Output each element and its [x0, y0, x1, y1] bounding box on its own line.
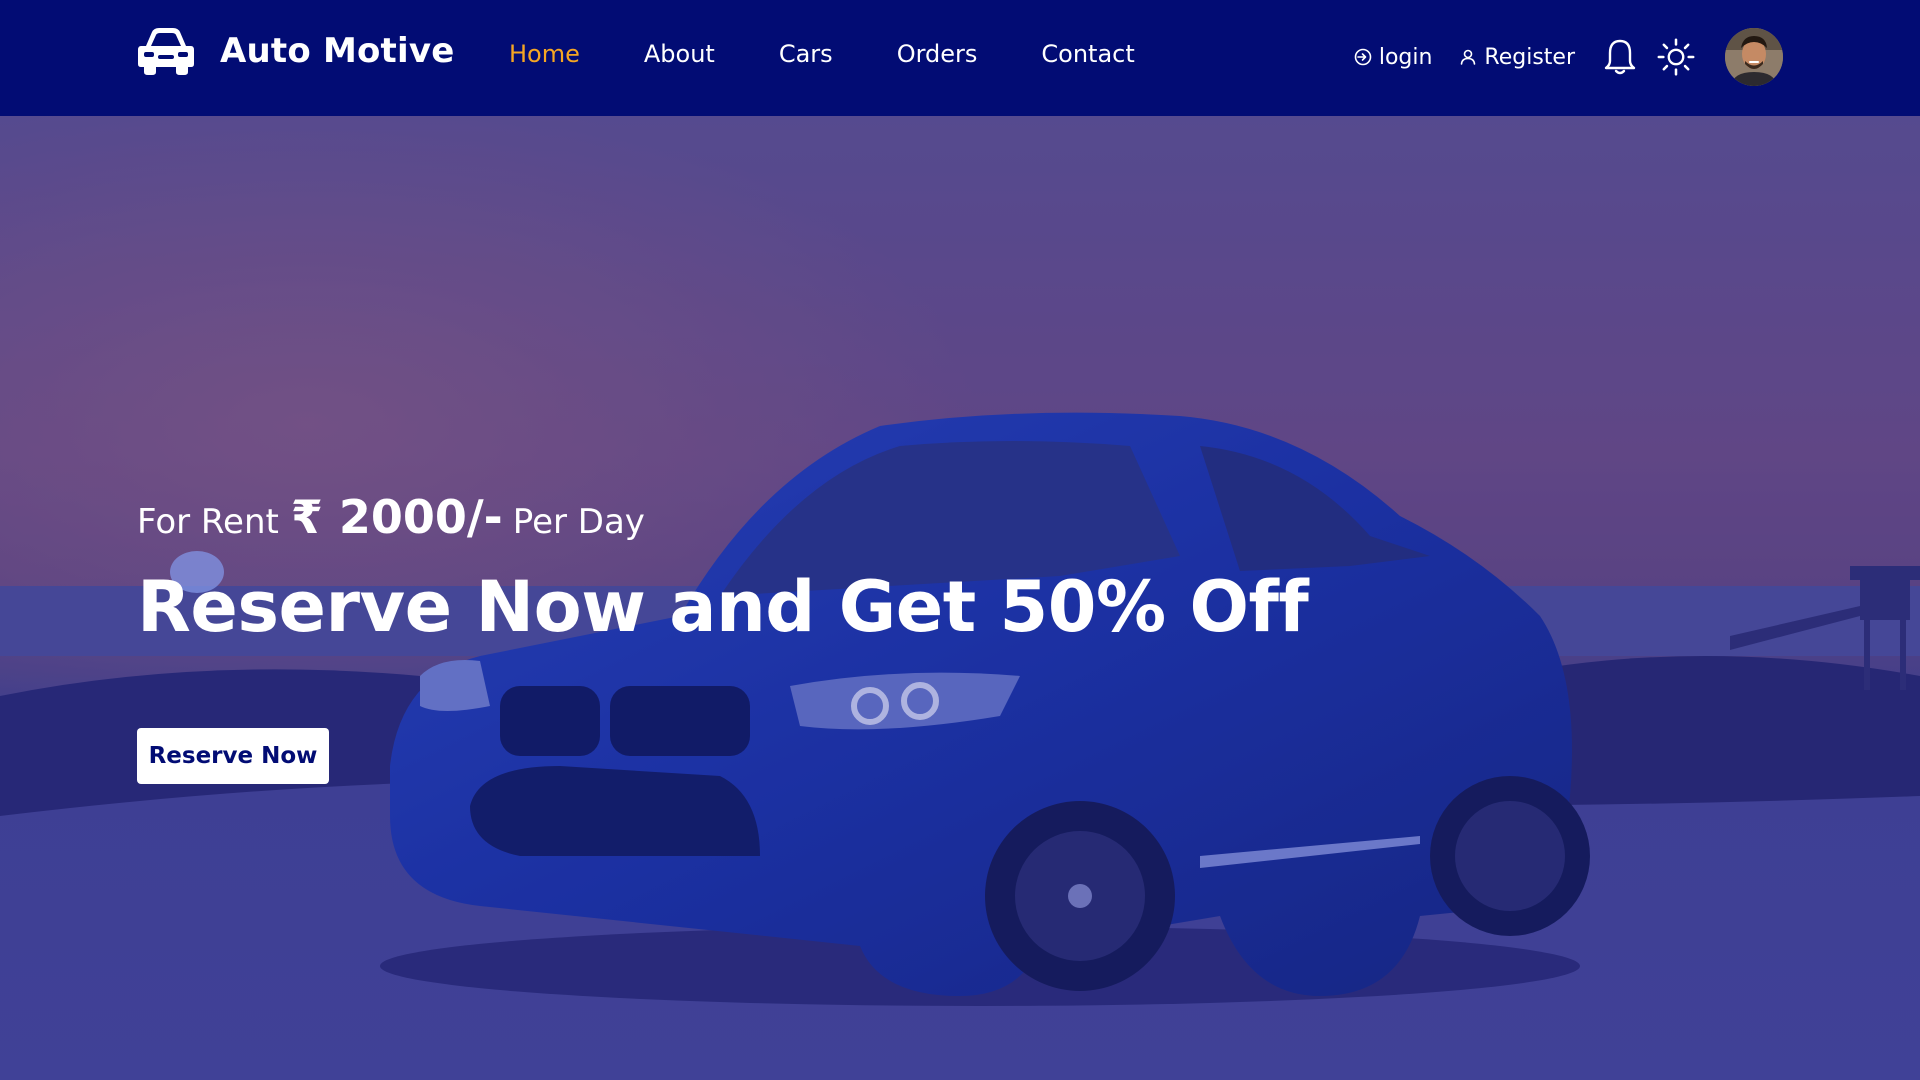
- notification-button[interactable]: [1601, 36, 1639, 78]
- navbar: Auto Motive Home About Cars Orders Conta…: [0, 0, 1920, 116]
- nav-actions: login Register: [1353, 26, 1783, 88]
- reserve-now-button[interactable]: Reserve Now: [137, 728, 329, 784]
- car-icon: [138, 28, 194, 75]
- hero-headline: Reserve Now and Get 50% Off: [137, 566, 1309, 648]
- login-label: login: [1378, 44, 1433, 70]
- nav-item-orders[interactable]: Orders: [897, 40, 978, 68]
- brand-name: Auto Motive: [220, 31, 455, 71]
- nav-item-cars[interactable]: Cars: [779, 40, 833, 68]
- avatar-image: [1725, 28, 1783, 86]
- login-link[interactable]: login: [1353, 44, 1433, 70]
- tagline-suffix: Per Day: [512, 502, 645, 542]
- main-nav: Home About Cars Orders Contact: [509, 36, 1199, 72]
- theme-toggle-button[interactable]: [1657, 36, 1695, 78]
- bell-icon: [1604, 39, 1636, 75]
- nav-item-home[interactable]: Home: [509, 40, 580, 68]
- hero-content: For Rent ₹ 2000/- Per Day Reserve Now an…: [137, 490, 1337, 784]
- nav-item-contact[interactable]: Contact: [1041, 40, 1134, 68]
- avatar[interactable]: [1725, 28, 1783, 86]
- login-icon: [1354, 48, 1372, 66]
- register-label: Register: [1484, 44, 1575, 70]
- user-icon: [1461, 49, 1476, 65]
- hero-section: For Rent ₹ 2000/- Per Day Reserve Now an…: [0, 116, 1920, 1080]
- tagline-prefix: For Rent: [137, 502, 279, 542]
- rental-price: ₹ 2000/-: [290, 490, 503, 544]
- brand-logo[interactable]: Auto Motive: [136, 26, 455, 76]
- register-link[interactable]: Register: [1458, 45, 1575, 70]
- nav-item-about[interactable]: About: [644, 40, 715, 68]
- hero-tagline: For Rent ₹ 2000/- Per Day: [137, 490, 1337, 544]
- sun-icon: [1657, 38, 1695, 76]
